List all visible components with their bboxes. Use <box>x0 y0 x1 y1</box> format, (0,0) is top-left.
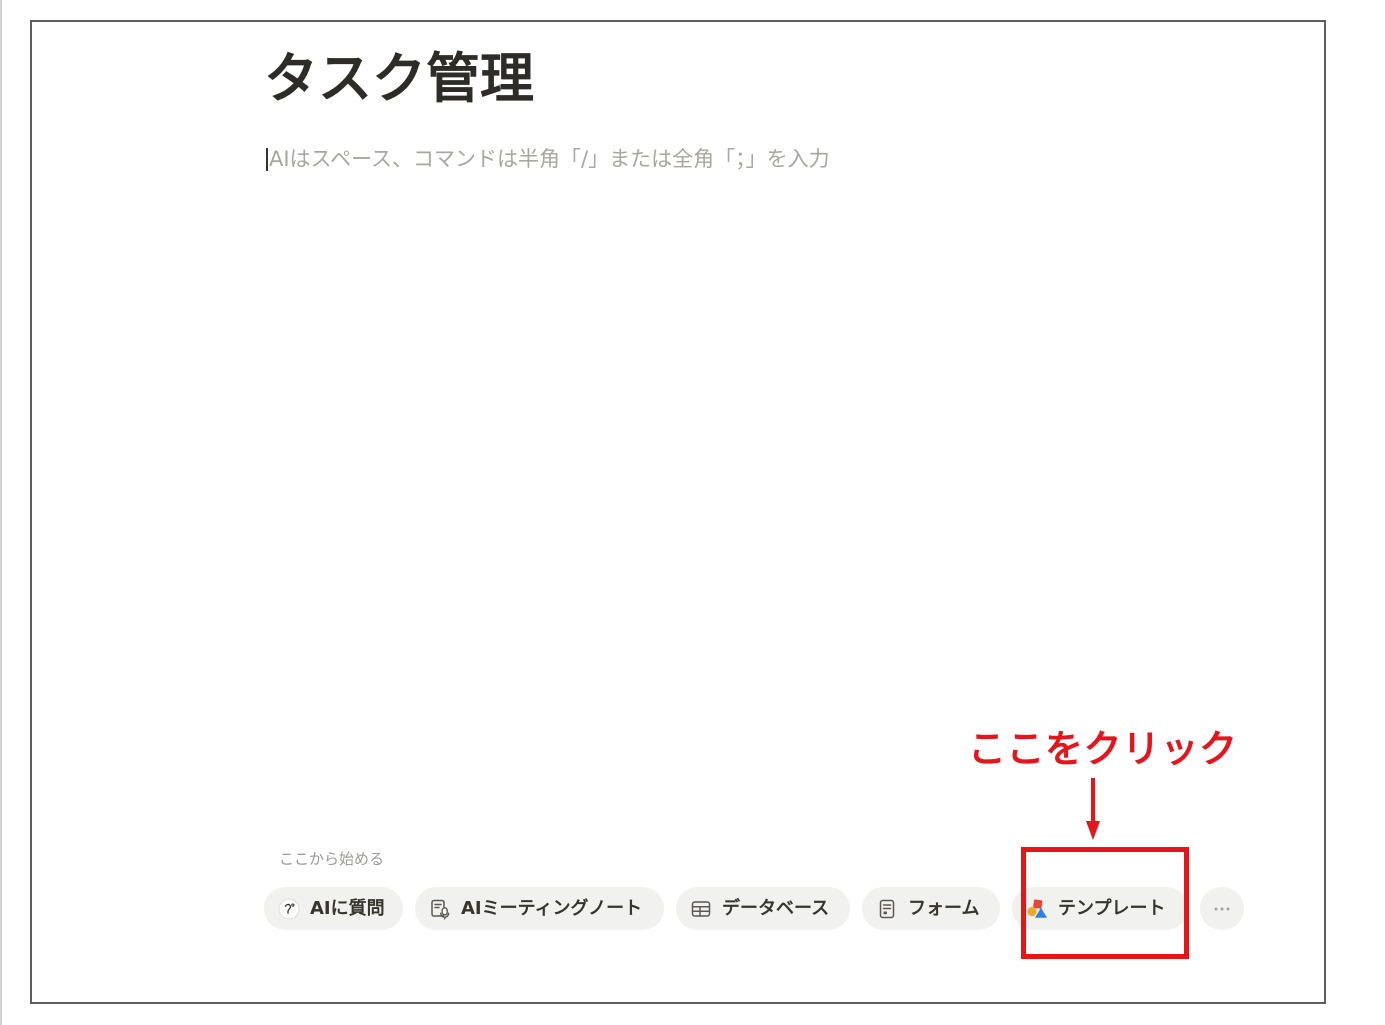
text-cursor <box>266 147 268 171</box>
ask-ai-button-label: AIに質問 <box>310 897 385 919</box>
more-horizontal-icon <box>1214 907 1230 910</box>
form-button[interactable]: フォーム <box>862 887 1000 930</box>
start-section-label: ここから始める <box>279 850 385 868</box>
ask-ai-button[interactable]: AIに質問 <box>264 887 403 930</box>
form-button-label: フォーム <box>908 897 980 919</box>
block-placeholder: AIはスペース、コマンドは半角「/」または全角「；」を入力 <box>269 147 830 171</box>
database-table-icon <box>691 900 711 917</box>
ai-face-icon <box>278 898 300 919</box>
ai-meeting-notes-button[interactable]: AIミーティングノート <box>415 887 664 930</box>
text-block-input[interactable]: AIはスペース、コマンドは半角「/」または全角「；」を入力 <box>264 145 830 173</box>
annotation-click-here-text: ここをクリック <box>968 727 1238 771</box>
arrow-down-icon <box>1086 778 1100 840</box>
more-options-button[interactable] <box>1200 887 1244 930</box>
annotation-highlight-box <box>1021 847 1189 959</box>
database-button-label: データベース <box>722 897 830 919</box>
page-title[interactable]: タスク管理 <box>264 46 534 112</box>
ai-meeting-notes-button-label: AIミーティングノート <box>461 897 643 919</box>
meeting-notes-icon <box>431 899 450 920</box>
left-edge-line <box>0 0 2 1025</box>
database-button[interactable]: データベース <box>676 887 850 930</box>
form-icon <box>879 899 895 918</box>
